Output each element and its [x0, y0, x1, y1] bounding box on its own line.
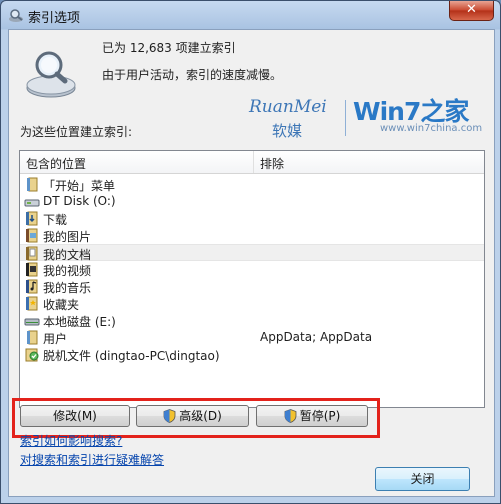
indexed-count-text: 已为 12,683 项建立索引 [102, 41, 236, 55]
list-item[interactable]: 我的音乐 [20, 278, 484, 295]
offline-files-icon [25, 348, 39, 362]
dialog-body: 已为 12,683 项建立索引 由于用户活动，索引的速度减慢。 RuanMei … [8, 29, 495, 497]
videos-folder-icon [26, 262, 38, 277]
indexed-locations-list[interactable]: 包含的位置 排除 「开始」菜单 DT Disk (O:) 下载 我的图片 我的文… [19, 150, 485, 408]
documents-folder-icon [26, 246, 38, 261]
index-speed-status: 由于用户活动，索引的速度减慢。 [102, 68, 283, 82]
folder-icon [27, 330, 38, 345]
list-item[interactable]: 收藏夹 [20, 295, 484, 312]
list-item[interactable]: 脱机文件 (dingtao-PC\dingtao) [20, 346, 484, 363]
locations-label: 为这些位置建立索引: [20, 125, 133, 139]
indexing-options-icon [9, 9, 23, 22]
hard-drive-icon [24, 318, 40, 326]
window-title: 索引选项 [28, 11, 81, 26]
pictures-folder-icon [26, 228, 38, 243]
how-index-affects-search-link[interactable]: 索引如何影响搜索? [20, 432, 122, 449]
close-icon[interactable]: ✕ [449, 1, 494, 21]
indexing-options-window: 索引选项 ✕ 已为 12,683 项建立索引 由于用户活动，索引的速度减慢。 R… [0, 0, 501, 504]
column-exclude[interactable]: 排除 [260, 155, 284, 172]
list-item[interactable]: 下载 [20, 210, 484, 227]
watermark-ruanmei: RuanMei [249, 97, 327, 117]
list-item[interactable]: 本地磁盘 (E:) [20, 312, 484, 329]
pause-button-label: 暂停(P) [299, 409, 341, 423]
pause-button[interactable]: 暂停(P) [256, 405, 368, 427]
uac-shield-icon [163, 409, 176, 423]
list-item[interactable]: 我的图片 [20, 227, 484, 244]
watermark-separator [345, 100, 346, 136]
folder-icon [27, 177, 38, 192]
list-item[interactable]: 我的视频 [20, 261, 484, 278]
downloads-folder-icon [26, 211, 38, 226]
troubleshoot-search-link[interactable]: 对搜索和索引进行疑难解答 [20, 451, 164, 468]
modify-button[interactable]: 修改(M) [20, 405, 130, 427]
advanced-button-label: 高级(D) [179, 409, 222, 423]
favorites-folder-icon [26, 296, 38, 311]
uac-shield-icon [284, 409, 297, 423]
watermark-url: www.win7china.com [380, 123, 483, 134]
magnifier-drive-icon [26, 51, 76, 98]
list-header: 包含的位置 排除 [20, 151, 484, 174]
close-button[interactable]: 关闭 [375, 467, 470, 491]
column-divider[interactable] [253, 151, 254, 173]
advanced-button[interactable]: 高级(D) [136, 405, 249, 427]
column-included-locations[interactable]: 包含的位置 [26, 155, 86, 172]
list-item[interactable]: 我的文档 [20, 244, 484, 262]
music-folder-icon [26, 279, 38, 294]
title-bar: 索引选项 ✕ [1, 1, 500, 29]
watermark-ruanmei-cn: 软媒 [272, 122, 303, 140]
list-item[interactable]: 「开始」菜单 [20, 176, 484, 193]
removable-drive-icon [24, 199, 40, 207]
list-item[interactable]: DT Disk (O:) [20, 193, 484, 210]
list-item[interactable]: 用户 AppData; AppData [20, 329, 484, 346]
